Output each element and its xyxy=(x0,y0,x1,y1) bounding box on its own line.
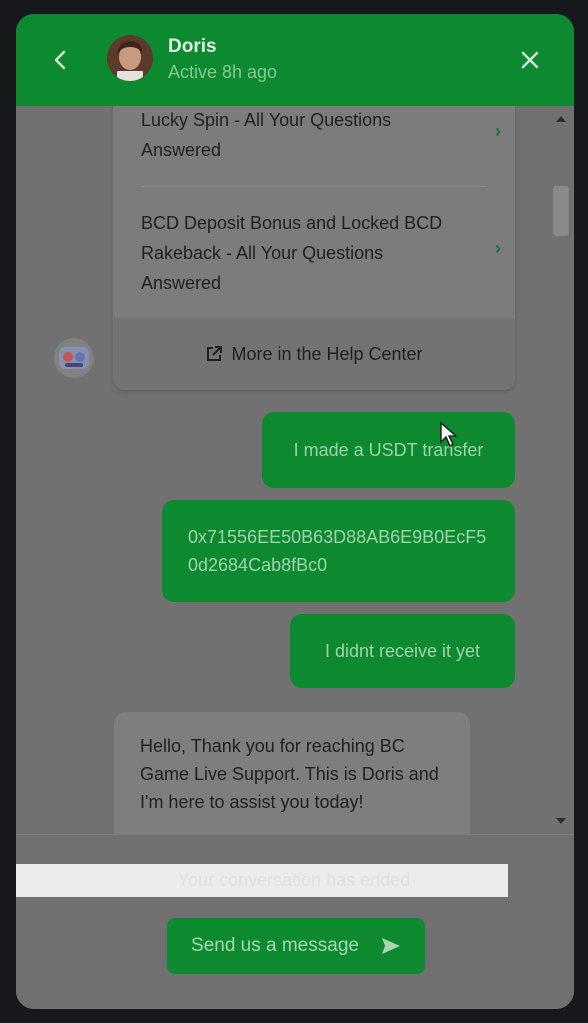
send-message-button[interactable]: Send us a message xyxy=(167,918,425,974)
chevron-left-icon xyxy=(54,50,66,70)
divider xyxy=(141,186,487,187)
close-icon xyxy=(521,51,539,69)
outgoing-message: I didnt receive it yet xyxy=(290,614,515,688)
chat-header: Doris Active 8h ago xyxy=(16,14,574,106)
more-help-center-label: More in the Help Center xyxy=(231,343,423,364)
bot-avatar xyxy=(54,338,94,378)
scroll-up-arrow-icon[interactable] xyxy=(556,116,566,122)
agent-avatar xyxy=(107,35,153,81)
mouse-cursor-icon xyxy=(440,422,458,447)
conversation-ended-banner: Your conversation has ended xyxy=(16,864,508,897)
message-list[interactable]: Lucky Spin - All Your Questions Answered… xyxy=(16,106,574,834)
incoming-message: Hello, Thank you for reaching BC Game Li… xyxy=(114,712,470,834)
message-text: 0x71556EE50B63D88AB6E9B0EcF50d2684Cab8fB… xyxy=(188,527,487,575)
back-button[interactable] xyxy=(42,42,78,78)
help-article-title: BCD Deposit Bonus and Locked BCD Rakebac… xyxy=(141,213,443,293)
help-center-card: Lucky Spin - All Your Questions Answered… xyxy=(113,106,515,390)
more-help-center-link[interactable]: More in the Help Center xyxy=(113,318,515,390)
chat-footer: Your conversation has ended Send us a me… xyxy=(16,834,574,1009)
send-message-label: Send us a message xyxy=(191,935,359,956)
outgoing-message: 0x71556EE50B63D88AB6E9B0EcF50d2684Cab8fB… xyxy=(162,500,515,602)
bc-game-logo-icon xyxy=(59,347,89,369)
help-article-lucky-spin[interactable]: Lucky Spin - All Your Questions Answered… xyxy=(141,106,501,165)
chevron-right-icon: › xyxy=(495,121,501,141)
chat-widget: Doris Active 8h ago Lucky Spin - All You… xyxy=(16,14,574,1009)
agent-status: Active 8h ago xyxy=(168,62,278,82)
help-article-bcd-deposit[interactable]: BCD Deposit Bonus and Locked BCD Rakebac… xyxy=(141,208,501,298)
help-article-title: Lucky Spin - All Your Questions Answered xyxy=(141,110,392,160)
outgoing-message: I made a USDT transfer xyxy=(262,412,515,488)
message-text: I didnt receive it yet xyxy=(324,641,481,661)
message-scrollbar[interactable] xyxy=(550,106,574,834)
scroll-down-arrow-icon[interactable] xyxy=(556,818,566,824)
agent-name: Doris xyxy=(168,36,217,57)
message-text: Hello, Thank you for reaching BC Game Li… xyxy=(140,736,439,812)
scroll-thumb[interactable] xyxy=(553,186,569,236)
close-button[interactable] xyxy=(510,40,550,80)
chevron-right-icon: › xyxy=(495,238,501,258)
send-arrow-icon xyxy=(381,938,400,954)
external-link-icon xyxy=(207,346,223,361)
conversation-ended-text: Your conversation has ended xyxy=(177,870,411,890)
